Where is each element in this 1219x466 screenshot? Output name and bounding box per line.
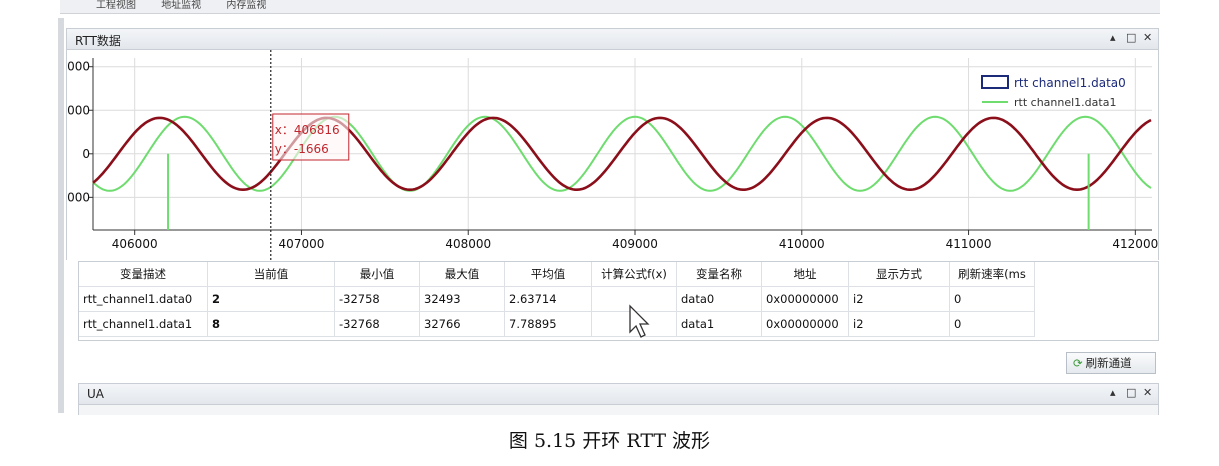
col-header-min[interactable]: 最小值 bbox=[334, 262, 420, 287]
maximize-icon[interactable]: □ bbox=[1126, 31, 1136, 44]
cell-min: -32758 bbox=[334, 286, 420, 312]
col-header-current[interactable]: 当前值 bbox=[207, 262, 335, 287]
cell-display[interactable]: i2 bbox=[848, 286, 950, 312]
col-header-desc[interactable]: 变量描述 bbox=[79, 262, 208, 287]
figure-caption: 图 5.15 开环 RTT 波形 bbox=[508, 430, 711, 452]
refresh-icon: ⟳ bbox=[1073, 356, 1083, 370]
rtt-panel-header: RTT数据 ▴ □ ✕ bbox=[66, 28, 1159, 50]
cell-address: 0x00000000 bbox=[761, 286, 849, 312]
maximize-icon[interactable]: □ bbox=[1126, 386, 1136, 399]
ua-panel-title: UA bbox=[87, 387, 104, 401]
legend-swatch-data0 bbox=[981, 75, 1009, 89]
x-tick-label: 406000 bbox=[112, 237, 158, 251]
cell-desc: rtt_channel1.data1 bbox=[79, 311, 208, 337]
cell-varname: data1 bbox=[676, 311, 762, 337]
table-row[interactable]: rtt_channel1.data1 8 -32768 32766 7.7889… bbox=[79, 311, 1035, 337]
cell-current: 2 bbox=[207, 286, 335, 312]
pin-icon[interactable]: ▴ bbox=[1110, 386, 1116, 399]
refresh-channel-button[interactable]: ⟳ 刷新通道 bbox=[1066, 352, 1156, 374]
y-tick-label: 4000 bbox=[67, 60, 90, 74]
cell-rate[interactable]: 0 bbox=[949, 286, 1035, 312]
cell-min: -32768 bbox=[334, 311, 420, 337]
table-header-row: 变量描述 当前值 最小值 最大值 平均值 计算公式f(x) 变量名称 地址 显示… bbox=[79, 262, 1035, 287]
col-header-varname[interactable]: 变量名称 bbox=[676, 262, 762, 287]
x-tick-label: 410000 bbox=[779, 237, 825, 251]
top-toolbar: 工程视图 地址监视 内存监视 bbox=[60, 0, 1160, 14]
col-header-max[interactable]: 最大值 bbox=[419, 262, 505, 287]
col-header-rate[interactable]: 刷新速率(ms bbox=[949, 262, 1035, 287]
cell-avg: 7.78895 bbox=[504, 311, 592, 337]
chart-series bbox=[92, 115, 1152, 230]
close-icon[interactable]: ✕ bbox=[1143, 386, 1152, 399]
refresh-button-label: 刷新通道 bbox=[1085, 356, 1132, 370]
y-tick-label: 0 bbox=[82, 147, 90, 161]
mouse-pointer-icon bbox=[629, 304, 650, 338]
col-header-address[interactable]: 地址 bbox=[761, 262, 849, 287]
pin-icon[interactable]: ▴ bbox=[1110, 31, 1116, 44]
left-scrollbar[interactable] bbox=[58, 18, 64, 413]
cell-desc: rtt_channel1.data0 bbox=[79, 286, 208, 312]
legend-label-data1: rtt channel1.data1 bbox=[1014, 96, 1116, 109]
toolbar-item-project[interactable]: 工程视图 bbox=[96, 0, 136, 11]
table-row[interactable]: rtt_channel1.data0 2 -32758 32493 2.6371… bbox=[79, 286, 1035, 312]
rtt-chart-area: 406000 407000 408000 409000 410000 411000 4120… bbox=[55, 50, 1160, 260]
cell-varname: data0 bbox=[676, 286, 762, 312]
ua-panel-header: UA ▴ □ ✕ bbox=[78, 383, 1159, 405]
toolbar-item-memory[interactable]: 内存监视 bbox=[226, 0, 266, 11]
toolbar-item-address[interactable]: 地址监视 bbox=[161, 0, 201, 11]
cell-address: 0x00000000 bbox=[761, 311, 849, 337]
cell-avg: 2.63714 bbox=[504, 286, 592, 312]
y-tick-label: 2000 bbox=[67, 103, 90, 117]
col-header-display[interactable]: 显示方式 bbox=[848, 262, 950, 287]
chart-legend: rtt channel1.data0 rtt channel1.data1 bbox=[981, 75, 1126, 109]
x-tick-label: 411000 bbox=[946, 237, 992, 251]
variable-table-container: 变量描述 当前值 最小值 最大值 平均值 计算公式f(x) 变量名称 地址 显示… bbox=[78, 261, 1159, 341]
x-tick-label: 412000 bbox=[1112, 237, 1158, 251]
cell-display[interactable]: i2 bbox=[848, 311, 950, 337]
x-tick-label: 407000 bbox=[279, 237, 325, 251]
cell-rate[interactable]: 0 bbox=[949, 311, 1035, 337]
chart-tooltip: x：406816 y：-1666 bbox=[272, 113, 350, 161]
rtt-panel-title: RTT数据 bbox=[75, 34, 121, 48]
ua-panel-body bbox=[78, 405, 1159, 415]
variable-table: 变量描述 当前值 最小值 最大值 平均值 计算公式f(x) 变量名称 地址 显示… bbox=[79, 262, 1035, 337]
tooltip-x-text: x：406816 bbox=[275, 123, 340, 137]
cell-max: 32493 bbox=[419, 286, 505, 312]
tooltip-y-text: y：-1666 bbox=[275, 142, 329, 156]
y-tick-label: -2000 bbox=[67, 190, 90, 204]
x-tick-label: 408000 bbox=[445, 237, 491, 251]
x-tick-label: 409000 bbox=[612, 237, 658, 251]
close-icon[interactable]: ✕ bbox=[1143, 31, 1152, 44]
cell-max: 32766 bbox=[419, 311, 505, 337]
rtt-chart[interactable]: 406000 407000 408000 409000 410000 411000 4120… bbox=[55, 50, 1160, 260]
legend-label-data0: rtt channel1.data0 bbox=[1014, 76, 1126, 90]
cell-current: 8 bbox=[207, 311, 335, 337]
col-header-avg[interactable]: 平均值 bbox=[504, 262, 592, 287]
col-header-formula[interactable]: 计算公式f(x) bbox=[591, 262, 677, 287]
